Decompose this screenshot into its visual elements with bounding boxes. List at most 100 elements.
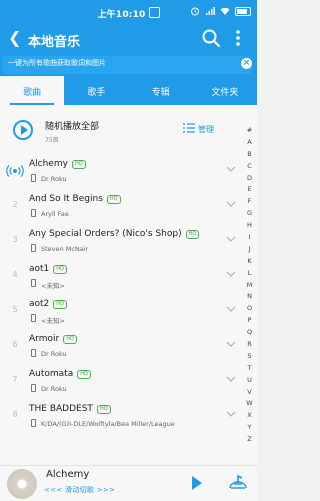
index-letter[interactable]: P	[242, 315, 257, 327]
song-artist: Steven McNair	[41, 245, 89, 253]
song-title: aot1 HQ	[29, 264, 67, 274]
index-letter[interactable]: F	[242, 196, 257, 208]
index-letter[interactable]: H	[242, 220, 257, 232]
index-letter[interactable]: E	[242, 184, 257, 196]
chevron-down-icon[interactable]	[226, 305, 236, 313]
now-playing-title: Alchemy	[46, 469, 90, 480]
shuffle-play-icon[interactable]	[13, 120, 33, 140]
song-index: 3	[12, 235, 18, 244]
tab-albums[interactable]: 专辑	[129, 76, 193, 105]
index-letter[interactable]: A	[242, 137, 257, 149]
chevron-down-icon[interactable]	[226, 340, 236, 348]
song-title: Automata HQ	[29, 369, 91, 379]
album-art[interactable]	[7, 469, 37, 499]
song-index: 4	[12, 270, 18, 279]
song-title: Alchemy HQ	[29, 159, 86, 169]
index-letter[interactable]: Z	[242, 434, 257, 446]
index-letter[interactable]: W	[242, 398, 257, 410]
index-letter[interactable]: O	[242, 303, 257, 315]
song-index: 7	[12, 375, 18, 384]
hq-badge: HQ	[96, 405, 111, 414]
chevron-down-icon[interactable]	[226, 410, 236, 418]
tab-bar: 歌曲 歌手 专辑 文件夹	[0, 76, 257, 105]
phone-icon	[31, 244, 36, 252]
index-letter[interactable]: J	[242, 244, 257, 256]
playlist-icon[interactable]	[228, 474, 248, 492]
battery-icon	[235, 6, 251, 16]
tab-folders[interactable]: 文件夹	[193, 76, 257, 105]
song-row[interactable]: 8 THE BADDEST HQ K/DA/(G)I-DLE/Wolftyla/B…	[0, 399, 245, 434]
index-letter[interactable]: X	[242, 410, 257, 422]
phone-icon	[31, 279, 36, 287]
hq-badge: HQ	[71, 160, 86, 169]
song-artist: <未知>	[41, 317, 65, 325]
song-row[interactable]: Alchemy HQ Dr Roku	[0, 154, 245, 189]
index-letter[interactable]: K	[242, 256, 257, 268]
song-row[interactable]: 3 Any Special Orders? (Nico's Shop) HQ St…	[0, 224, 245, 259]
index-letter[interactable]: M	[242, 280, 257, 292]
chevron-down-icon[interactable]	[226, 235, 236, 243]
phone-icon	[31, 314, 36, 322]
shuffle-all-row[interactable]: 随机播放全部 75首 管理	[0, 105, 245, 152]
hq-badge: HQ	[53, 265, 67, 274]
chevron-down-icon[interactable]	[226, 200, 236, 208]
alphabet-index-bar[interactable]: # A B C D E F G H I J K L M N O P Q R S T U V W X Y Z	[242, 125, 257, 446]
index-letter[interactable]: #	[242, 125, 257, 137]
chevron-down-icon[interactable]	[226, 375, 236, 383]
song-row[interactable]: 5 aot2 HQ <未知>	[0, 294, 245, 329]
index-letter[interactable]: D	[242, 173, 257, 185]
index-letter[interactable]: G	[242, 208, 257, 220]
phone-icon	[31, 419, 36, 427]
swipe-hint: <<< 滑动切歌 >>>	[44, 486, 116, 494]
chevron-down-icon[interactable]	[226, 270, 236, 278]
song-row[interactable]: 7 Automata HQ Dr Roku	[0, 364, 245, 399]
song-artist: K/DA/(G)I-DLE/Wolftyla/Bea Miller/League	[41, 420, 175, 428]
lyrics-banner[interactable]: 一键为所有歌曲获取歌词和图片 ×	[0, 54, 257, 76]
page-title: 本地音乐	[28, 35, 81, 50]
index-letter[interactable]: N	[242, 291, 257, 303]
tab-songs[interactable]: 歌曲	[0, 76, 65, 105]
hq-badge: HQ	[63, 335, 77, 344]
app-notification-icon	[148, 7, 160, 18]
index-letter[interactable]: R	[242, 339, 257, 351]
index-letter[interactable]: Q	[242, 327, 257, 339]
song-artist: Aryll Fae	[41, 210, 69, 218]
index-letter[interactable]: S	[242, 351, 257, 363]
banner-text[interactable]: 一键为所有歌曲获取歌词和图片	[8, 58, 106, 68]
chevron-down-icon[interactable]	[226, 165, 236, 173]
mini-player[interactable]: Alchemy <<< 滑动切歌 >>>	[0, 465, 257, 501]
manage-list-icon[interactable]	[183, 123, 195, 133]
manage-button[interactable]: 管理	[198, 124, 214, 135]
song-artist: <未知>	[41, 282, 65, 290]
song-index: 6	[12, 340, 18, 349]
song-row[interactable]: 2 And So It Begins HQ Aryll Fae	[0, 189, 245, 224]
song-count: 75首	[45, 137, 59, 144]
song-list: Alchemy HQ Dr Roku 2 And So It Begins HQ A…	[0, 154, 245, 434]
phone-icon	[31, 384, 36, 392]
song-row[interactable]: 6 Armoir HQ Dr Roku	[0, 329, 245, 364]
play-icon[interactable]	[192, 476, 202, 490]
status-icons	[190, 6, 251, 16]
index-letter[interactable]: C	[242, 161, 257, 173]
search-icon[interactable]	[200, 27, 222, 49]
more-vertical-icon[interactable]	[233, 28, 243, 48]
song-artist: Dr Roku	[41, 385, 67, 393]
index-letter[interactable]: L	[242, 268, 257, 280]
hq-badge: HQ	[106, 195, 121, 204]
wifi-icon	[220, 7, 230, 15]
index-letter[interactable]: U	[242, 375, 257, 387]
song-title: Any Special Orders? (Nico's Shop) HQ	[29, 229, 200, 239]
song-index: 8	[12, 410, 18, 419]
index-letter[interactable]: I	[242, 232, 257, 244]
signal-icon	[206, 7, 215, 15]
index-letter[interactable]: B	[242, 149, 257, 161]
back-arrow-icon[interactable]: ❮	[8, 29, 21, 47]
song-row[interactable]: 4 aot1 HQ <未知>	[0, 259, 245, 294]
song-title: Armoir HQ	[29, 334, 77, 344]
index-letter[interactable]: Y	[242, 422, 257, 434]
close-icon[interactable]: ×	[241, 58, 252, 69]
song-title: THE BADDEST HQ	[29, 404, 111, 414]
index-letter[interactable]: T	[242, 363, 257, 375]
tab-artists[interactable]: 歌手	[64, 76, 128, 105]
index-letter[interactable]: V	[242, 387, 257, 399]
